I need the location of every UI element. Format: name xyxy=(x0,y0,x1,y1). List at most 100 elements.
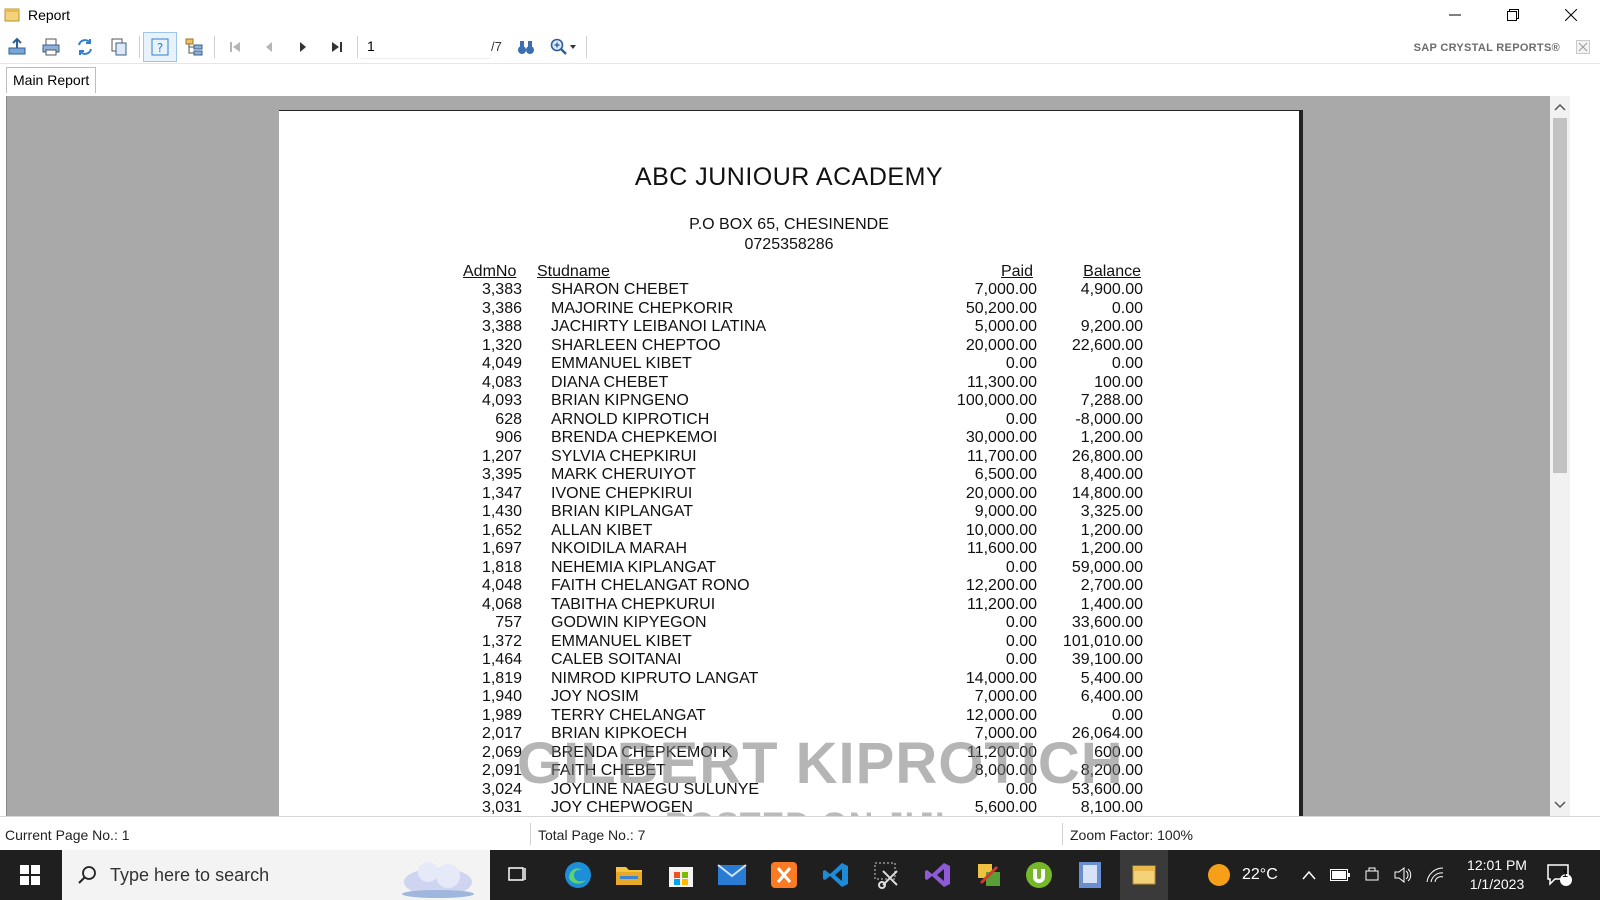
close-icon xyxy=(1565,9,1577,21)
search-highlight-bear-icon xyxy=(402,862,474,898)
cell-admno: 3,395 xyxy=(481,466,522,483)
toolbar-separator xyxy=(139,35,140,58)
cell-paid: 0.00 xyxy=(1005,410,1037,428)
taskbar-vscode[interactable] xyxy=(819,858,853,892)
previous-page-button[interactable] xyxy=(252,32,286,62)
start-button[interactable] xyxy=(0,850,60,900)
cell-balance: 5,400.00 xyxy=(1080,669,1143,687)
mail-icon xyxy=(717,864,747,885)
scroll-up-icon[interactable] xyxy=(1550,98,1570,116)
status-bar: Current Page No.: 1 Total Page No.: 7 Zo… xyxy=(0,816,1600,850)
notification-count: 1 xyxy=(1562,868,1569,880)
cell-studname: BRIAN KIPNGENO xyxy=(551,392,689,409)
toolbar-separator xyxy=(357,35,358,58)
tools-icon xyxy=(978,864,1000,886)
taskbar-xampp[interactable] xyxy=(767,858,801,892)
report-phone: 0725358286 xyxy=(744,236,834,253)
close-view-icon[interactable] xyxy=(1576,40,1590,54)
cell-balance: 26,800.00 xyxy=(1071,447,1143,465)
export-icon xyxy=(8,37,26,54)
last-page-button[interactable] xyxy=(320,32,354,62)
cell-studname: GODWIN KIPYEGON xyxy=(551,614,707,631)
taskbar-search[interactable]: Type here to search xyxy=(62,850,490,900)
taskbar-report-app[interactable] xyxy=(1120,850,1168,900)
snipping-tool-icon xyxy=(874,862,898,889)
help-button[interactable]: ? xyxy=(143,31,177,62)
title-bar: Report xyxy=(0,0,1600,30)
cell-admno: 757 xyxy=(495,614,522,631)
table-row: 1,940 JOY NOSIM 7,000.00 6,400.00 xyxy=(279,688,1299,707)
taskbar-snipping-tool[interactable] xyxy=(870,858,904,892)
task-view-button[interactable] xyxy=(500,858,534,892)
cell-studname: ARNOLD KIPROTICH xyxy=(551,410,710,428)
current-page-status: Current Page No.: 1 xyxy=(5,827,130,843)
cell-admno: 4,068 xyxy=(481,595,522,613)
zoom-button[interactable] xyxy=(543,32,583,62)
visual-studio-icon xyxy=(925,863,950,887)
cell-studname: SHARON CHEBET xyxy=(551,281,689,298)
tab-main-report[interactable]: Main Report xyxy=(6,67,97,93)
vertical-scrollbar[interactable] xyxy=(1550,96,1570,816)
cell-admno: 1,464 xyxy=(481,651,522,668)
search-placeholder: Type here to search xyxy=(110,864,270,885)
chevron-up-icon[interactable] xyxy=(1302,870,1316,880)
next-page-button[interactable] xyxy=(286,32,320,62)
cell-admno: 2,017 xyxy=(481,725,522,742)
cell-studname: MARK CHERUIYOT xyxy=(551,466,696,483)
scroll-down-icon[interactable] xyxy=(1550,796,1570,814)
cell-studname: FAITH CHELANGAT RONO xyxy=(551,577,750,594)
restore-button[interactable] xyxy=(1484,0,1542,30)
cell-balance: 9,200.00 xyxy=(1080,318,1143,335)
cell-balance: 1,200.00 xyxy=(1080,521,1143,539)
table-row: 3,388 JACHIRTY LEIBANOI LATINA 5,000.00 9,2… xyxy=(279,318,1299,337)
page-number-input[interactable] xyxy=(361,34,491,59)
notification-button[interactable]: 1 xyxy=(1546,850,1572,900)
cell-paid: 5,000.00 xyxy=(974,318,1037,335)
last-page-icon xyxy=(332,41,342,52)
taskbar-file-explorer[interactable] xyxy=(612,858,646,892)
cell-admno: 1,989 xyxy=(481,706,522,724)
refresh-button[interactable] xyxy=(68,32,102,62)
table-row: 1,320 SHARLEEN CHEPTOO 20,000.00 22,600.00 xyxy=(279,337,1299,356)
scrollbar-thumb[interactable] xyxy=(1553,118,1567,473)
table-row: 1,818 NEHEMIA KIPLANGAT 0.00 59,000.00 xyxy=(279,559,1299,578)
table-row: 1,697 NKOIDILA MARAH 11,600.00 1,200.00 xyxy=(279,540,1299,559)
wifi-icon[interactable] xyxy=(1426,867,1444,883)
taskbar-utorrent[interactable] xyxy=(1022,858,1056,892)
taskbar-db-app[interactable] xyxy=(1073,858,1107,892)
first-page-button[interactable] xyxy=(218,32,252,62)
cell-admno: 2,091 xyxy=(481,762,522,779)
status-divider xyxy=(530,823,531,845)
cell-paid: 11,700.00 xyxy=(967,447,1037,465)
copy-button[interactable] xyxy=(102,32,136,62)
volume-icon[interactable] xyxy=(1394,867,1412,883)
toolbar-separator xyxy=(214,35,215,58)
cell-balance: 101,010.00 xyxy=(1062,632,1143,650)
database-app-icon xyxy=(1079,862,1101,888)
export-button[interactable] xyxy=(0,32,34,62)
cell-paid: 12,200.00 xyxy=(965,577,1037,594)
taskbar-mail[interactable] xyxy=(715,858,749,892)
refresh-icon xyxy=(78,38,92,55)
meet-now-icon[interactable] xyxy=(1364,867,1380,883)
find-button[interactable] xyxy=(509,32,543,62)
cell-admno: 4,049 xyxy=(481,355,522,372)
taskbar-store[interactable] xyxy=(664,858,698,892)
table-row: 3,386 MAJORINE CHEPKORIR 50,200.00 0.00 xyxy=(279,300,1299,319)
cell-studname: TABITHA CHEPKURUI xyxy=(551,595,716,613)
print-button[interactable] xyxy=(34,32,68,62)
taskbar-dev-tool[interactable] xyxy=(972,858,1006,892)
close-button[interactable] xyxy=(1542,0,1600,30)
group-tree-button[interactable] xyxy=(177,32,211,62)
cell-balance: 1,400.00 xyxy=(1080,595,1143,613)
taskbar-edge[interactable] xyxy=(561,858,595,892)
minimize-button[interactable] xyxy=(1426,0,1484,30)
taskbar-visual-studio[interactable] xyxy=(921,858,955,892)
battery-icon[interactable] xyxy=(1330,869,1350,881)
table-row: 4,049 EMMANUEL KIBET 0.00 0.00 xyxy=(279,355,1299,374)
cell-studname: JOY NOSIM xyxy=(551,688,639,705)
taskbar-clock[interactable]: 12:01 PM 1/1/2023 xyxy=(1452,856,1542,894)
previous-page-icon xyxy=(266,41,272,52)
table-row: 4,048 FAITH CHELANGAT RONO 12,200.00 2,700.… xyxy=(279,577,1299,596)
weather-widget[interactable]: 22°C xyxy=(1206,850,1278,900)
